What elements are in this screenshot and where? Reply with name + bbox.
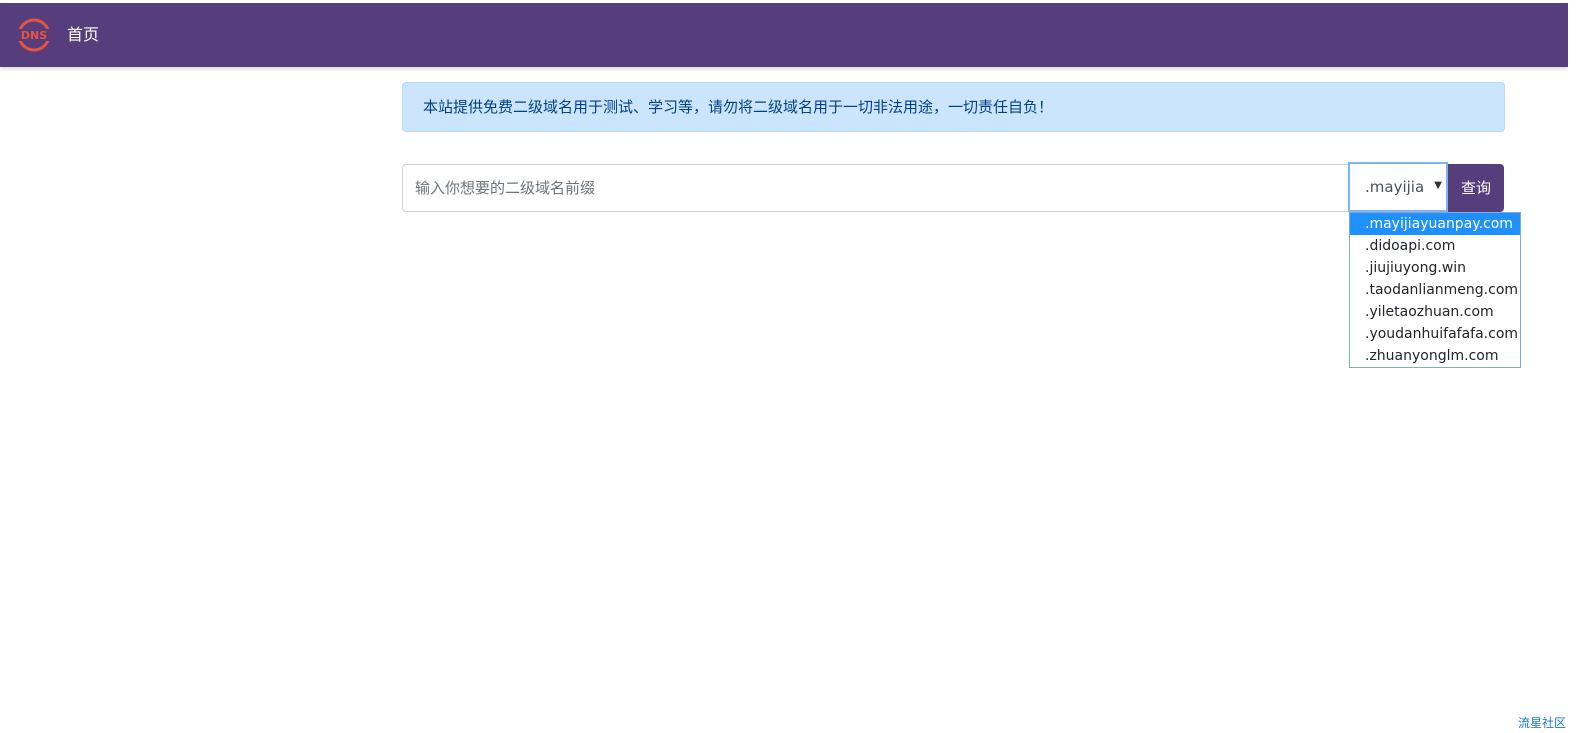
- domain-suffix-select[interactable]: .mayijia ▼: [1348, 162, 1448, 212]
- suffix-dropdown-list: .mayijiayuanpay.com .didoapi.com .jiujiu…: [1349, 212, 1521, 368]
- domain-search-group: .mayijia ▼ 查询: [402, 162, 1504, 212]
- dropdown-option[interactable]: .jiujiuyong.win: [1350, 257, 1520, 279]
- svg-text:DNS: DNS: [21, 29, 47, 42]
- navbar: DNS 首页: [0, 3, 1568, 67]
- query-button[interactable]: 查询: [1448, 164, 1504, 212]
- dropdown-option[interactable]: .youdanhuifafafa.com: [1350, 323, 1520, 345]
- selected-suffix: .mayijia: [1365, 178, 1425, 196]
- caret-down-icon: ▼: [1434, 180, 1442, 191]
- nav-home-link[interactable]: 首页: [67, 23, 99, 47]
- dropdown-option[interactable]: .yiletaozhuan.com: [1350, 301, 1520, 323]
- dropdown-option[interactable]: .mayijiayuanpay.com: [1350, 213, 1520, 235]
- footer-community-link[interactable]: 流星社区: [1518, 714, 1566, 731]
- page-edge: [1568, 0, 1579, 733]
- dropdown-option[interactable]: .zhuanyonglm.com: [1350, 345, 1520, 367]
- dropdown-option[interactable]: .didoapi.com: [1350, 235, 1520, 257]
- dropdown-option[interactable]: .taodanlianmeng.com: [1350, 279, 1520, 301]
- subdomain-prefix-input[interactable]: [402, 164, 1349, 212]
- notice-alert: 本站提供免费二级域名用于测试、学习等，请勿将二级域名用于一切非法用途，一切责任自…: [402, 82, 1505, 132]
- dns-globe-icon[interactable]: DNS: [16, 17, 52, 53]
